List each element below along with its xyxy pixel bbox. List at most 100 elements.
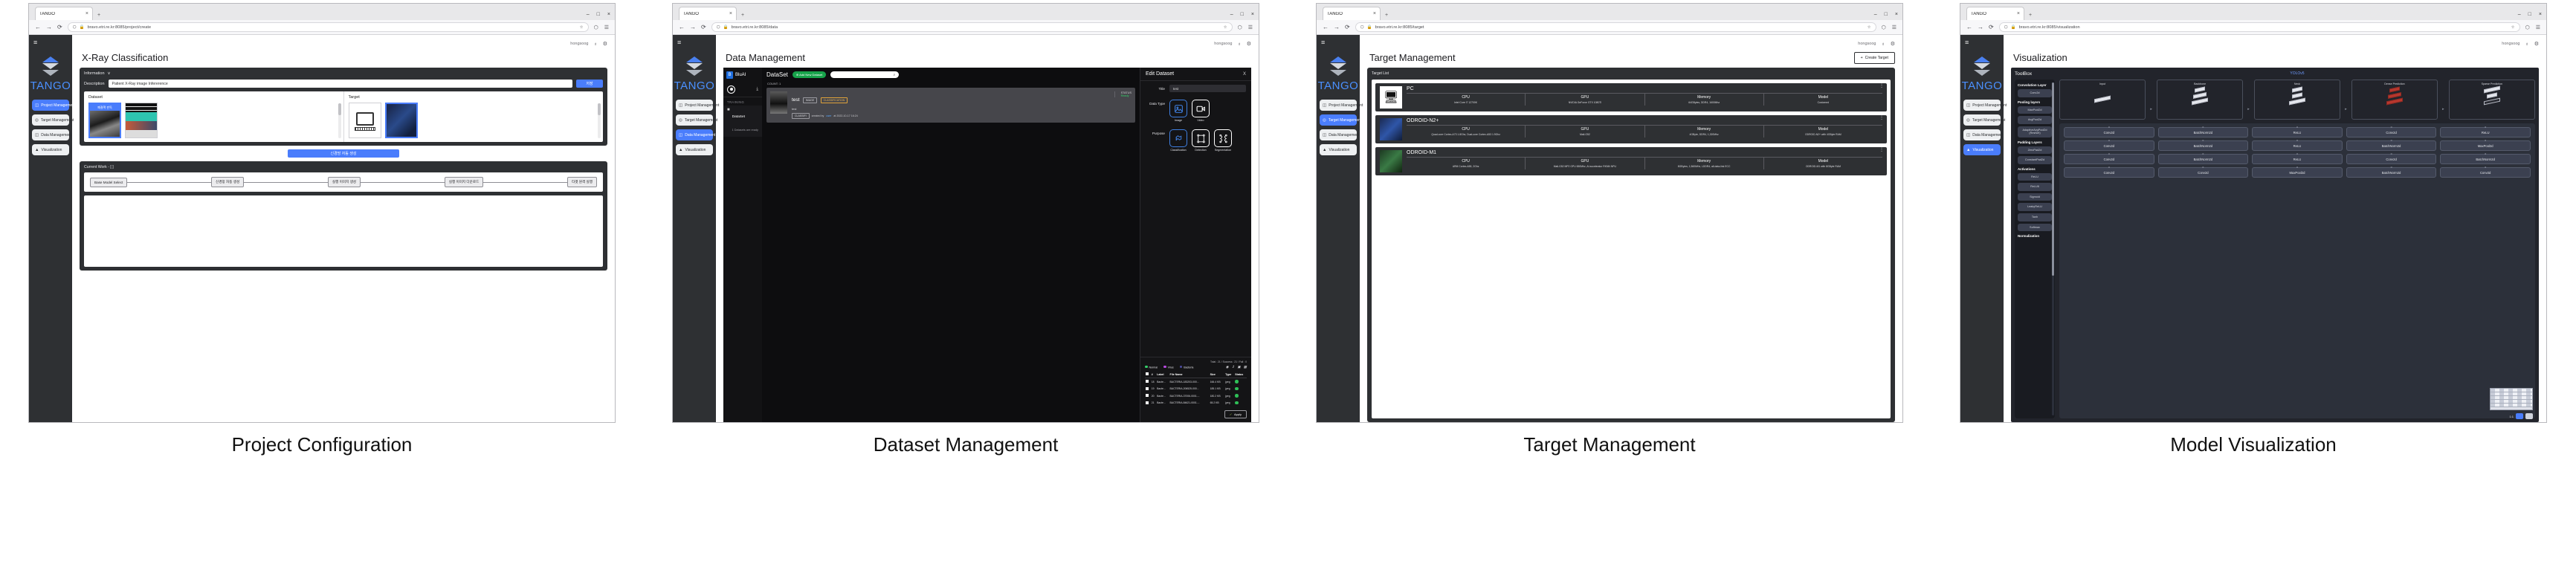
target-thumb-pc[interactable]	[348, 103, 381, 138]
layer-node[interactable]: Conv2d	[2346, 127, 2437, 137]
sidebar-item-target-management[interactable]: ◎ Target Management	[676, 114, 717, 126]
chevron-down-icon[interactable]: ∨	[108, 71, 111, 76]
layer-node[interactable]: Conv2d	[2157, 167, 2249, 178]
minimize-icon[interactable]: –	[587, 12, 590, 17]
target-thumb-board[interactable]	[384, 103, 418, 138]
layer-node[interactable]: ReLU	[2252, 140, 2343, 151]
pocket-icon[interactable]: ⬡	[594, 25, 598, 30]
toolbox-chip-conv2d[interactable]: Conv2d	[2018, 89, 2052, 97]
table-row[interactable]: 18 Bacte... BACTERIA-183203-000... 166.4…	[1145, 378, 1247, 386]
back-icon[interactable]: ←	[679, 24, 685, 30]
address-input[interactable]: ⬡ 🔒 bravo.etri.re.kr:8085/target ☆	[1355, 22, 1876, 32]
data-type-image-option[interactable]: Image	[1169, 100, 1187, 122]
toolbox-chip-leakyrelu[interactable]: LeakyReLU	[2018, 203, 2052, 212]
add-new-dataset-button[interactable]: ⊕ Add New Dataset	[792, 71, 827, 78]
bell-icon[interactable]: ♁	[1237, 42, 1241, 47]
layer-node[interactable]: Conv2d	[2064, 167, 2154, 178]
pipeline-step[interactable]: 타겟 원격 실행	[567, 177, 597, 187]
zoom-out-button[interactable]	[2525, 413, 2533, 419]
minimize-icon[interactable]: –	[1230, 12, 1233, 17]
browser-tab[interactable]: TANGO ×	[1323, 7, 1381, 20]
create-target-button[interactable]: + Create Target	[1853, 52, 1895, 64]
toolbox-chip-maxpool2d[interactable]: MaxPool2d	[2018, 106, 2052, 114]
toolbox-chip-constantpad2d[interactable]: ConstantPad2d	[2018, 156, 2052, 164]
purpose-segmentation-option[interactable]: Segmentation	[1214, 129, 1232, 152]
reload-icon[interactable]: ⟳	[1989, 24, 1994, 30]
minimize-icon[interactable]: –	[2518, 12, 2521, 17]
toolbox-chip-avgpool2d[interactable]: AvgPool2d	[2018, 116, 2052, 124]
browser-tab[interactable]: TANGO ×	[1966, 7, 2024, 20]
stage-input[interactable]: Input	[2059, 80, 2146, 120]
close-icon[interactable]: ×	[729, 11, 732, 16]
layer-node[interactable]: BatchNorm2d	[2440, 154, 2531, 164]
sidebar-item-target-management[interactable]: ◎ Target Management	[1963, 114, 2005, 126]
layer-node[interactable]: Conv2d	[2440, 167, 2531, 178]
layer-node[interactable]: Conv2d	[2346, 154, 2437, 164]
row-checkbox[interactable]	[1145, 378, 1151, 386]
row-checkbox[interactable]	[1145, 386, 1151, 393]
table-row[interactable]: 19 Bacte... BACTERIA-206525-000... 185.1…	[1145, 386, 1247, 393]
trash-icon[interactable]: ▩	[1244, 365, 1247, 369]
address-input[interactable]: ⬡ 🔒 bravo.etri.re.kr:8085/project/create…	[67, 22, 589, 32]
layer-node[interactable]: Conv2d	[2064, 154, 2154, 164]
layer-node[interactable]: BatchNorm2d	[2157, 140, 2249, 151]
dataset-scrollbar[interactable]	[338, 103, 341, 138]
layer-node[interactable]: BatchNorm2d	[2346, 140, 2437, 151]
purpose-detection-option[interactable]: Detection	[1192, 129, 1210, 152]
close-icon[interactable]: X	[1243, 72, 1246, 77]
user-name[interactable]: hongsoog	[1214, 42, 1232, 46]
pipeline-step[interactable]: Base Model Select	[90, 177, 128, 187]
sidebar-item-data-management[interactable]: ◫ Data Management	[1963, 129, 2003, 140]
dataset-card[interactable]: test IMAGE CLASSIFICATION test CLASSIFI …	[766, 88, 1135, 123]
menu-icon[interactable]: ☰	[604, 25, 609, 30]
toolbox-chip-zeropad2d[interactable]: ZeroPad2d	[2018, 146, 2052, 155]
dataset-thumb-other[interactable]	[125, 103, 158, 138]
eye-icon[interactable]: ◉	[1226, 365, 1229, 369]
star-icon[interactable]: ☆	[1868, 25, 1871, 30]
hamburger-icon[interactable]: ≡	[677, 39, 681, 46]
toolbox-chip-relu6[interactable]: ReLU6	[2018, 183, 2052, 191]
toolbox-chip-tanh[interactable]: Tanh	[2018, 213, 2052, 221]
gear-icon[interactable]: ⚙	[1247, 41, 1251, 47]
new-tab-icon[interactable]: +	[741, 13, 744, 18]
menu-icon[interactable]: ☰	[1892, 25, 1897, 30]
sidebar-item-project-management[interactable]: ◫ Project Management	[1963, 100, 2007, 111]
legend-normal[interactable]: Normal	[1145, 365, 1158, 369]
zoom-in-button[interactable]	[2516, 413, 2523, 419]
new-tab-icon[interactable]: +	[1385, 13, 1388, 18]
new-tab-icon[interactable]: +	[97, 13, 100, 18]
menu-icon[interactable]: ☰	[2536, 25, 2540, 30]
bluai-dataset-item[interactable]: ■ DataSet 1 Datasets are ready	[723, 106, 762, 137]
back-icon[interactable]: ←	[1966, 24, 1972, 30]
title-input[interactable]: test	[1169, 85, 1246, 92]
toolbox-chip-softmax[interactable]: Softmax	[2018, 223, 2052, 232]
sidebar-item-project-management[interactable]: ◫ Project Management	[1320, 100, 1363, 111]
col-label[interactable]: Label	[1156, 371, 1169, 378]
pocket-icon[interactable]: ⬡	[1238, 25, 1242, 30]
bell-icon[interactable]: ♁	[593, 42, 597, 47]
sidebar-item-target-management[interactable]: ◎ Target Management	[1320, 114, 1361, 126]
layer-node[interactable]: BatchNorm2d	[2346, 167, 2437, 178]
user-name[interactable]: hongsoog	[570, 42, 588, 46]
legend-virus[interactable]: Virus	[1163, 365, 1174, 369]
layer-node[interactable]: Conv2d	[2064, 127, 2154, 137]
sidebar-item-visualization[interactable]: ▲ Visualization	[1320, 144, 1357, 155]
layer-node[interactable]: ReLU	[2252, 154, 2343, 164]
gear-icon[interactable]: ⚙	[603, 41, 607, 47]
user-name[interactable]: hongsoog	[1858, 42, 1876, 46]
sidebar-item-visualization[interactable]: ▲ Visualization	[1963, 144, 2001, 155]
target-row-odroid-m1[interactable]: ODROID-M1 CPU ARM Cortex-A55, 2Ghz GPU M…	[1375, 147, 1887, 175]
pipeline-step[interactable]: 실행 이미지 생성	[327, 177, 361, 187]
minimize-icon[interactable]: –	[1874, 12, 1877, 17]
sidebar-item-project-management[interactable]: ◫ Project Management	[676, 100, 719, 111]
search-input[interactable]: ⌕	[830, 71, 900, 78]
minimap[interactable]	[2490, 388, 2533, 410]
generate-network-button[interactable]: 신경망 자동 생성	[288, 149, 399, 158]
browser-tab[interactable]: TANGO ×	[679, 7, 737, 20]
gear-icon[interactable]: ⚙	[2534, 41, 2539, 47]
maximize-icon[interactable]: □	[2528, 12, 2531, 17]
col-type[interactable]: Type	[1224, 371, 1235, 378]
save-button[interactable]: 저장	[576, 80, 603, 88]
window-close-icon[interactable]: ×	[607, 12, 610, 17]
maximize-icon[interactable]: □	[1241, 12, 1244, 17]
